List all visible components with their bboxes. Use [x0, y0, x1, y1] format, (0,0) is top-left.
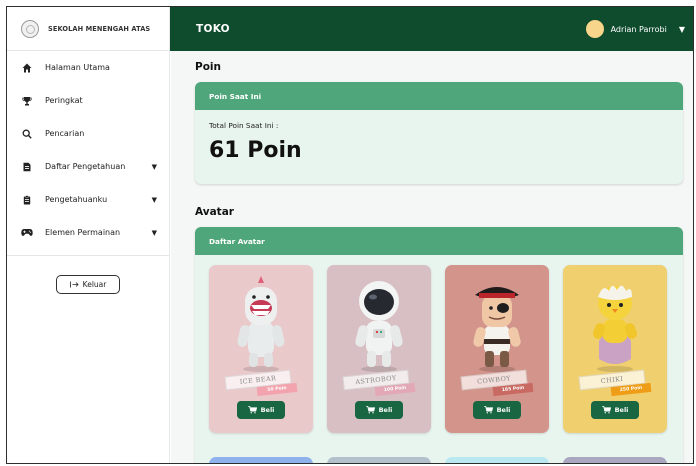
ice-bear-avatar-image [237, 276, 285, 372]
avatar [585, 20, 604, 38]
avatar-tile-partial[interactable] [445, 457, 549, 463]
chevron-down-icon: ▼ [151, 162, 157, 171]
sidebar-item-pengetahuanku[interactable]: Pengetahuanku ▼ [7, 183, 169, 216]
chiki-avatar-image [593, 285, 637, 372]
sidebar-item-daftar-pengetahuan[interactable]: Daftar Pengetahuan ▼ [7, 150, 169, 183]
sidebar-item-peringkat[interactable]: Peringkat [7, 84, 169, 117]
poin-value: 61 Poin [209, 138, 302, 163]
sidebar-item-elemen-permainan[interactable]: Elemen Permainan ▼ [7, 216, 169, 249]
poin-card-header: Poin Saat Ini [195, 82, 683, 110]
logout-area: Keluar [7, 256, 169, 294]
buy-label: Beli [378, 406, 393, 414]
poin-section-title: Poin [195, 61, 221, 73]
page-title: TOKO [196, 23, 230, 35]
avatar-section-title: Avatar [195, 206, 234, 218]
buy-label: Beli [614, 406, 629, 414]
poin-card-body: Total Poin Saat Ini : 61 Poin [195, 110, 683, 184]
brand[interactable]: SEKOLAH MENENGAH ATAS [7, 7, 169, 51]
cart-icon [483, 406, 493, 414]
user-name: Adrian Parrobi [610, 24, 667, 34]
home-icon [21, 62, 33, 74]
sidebar-item-label: Halaman Utama [45, 63, 110, 72]
brand-name: SEKOLAH MENENGAH ATAS [48, 24, 151, 33]
buy-label: Beli [260, 406, 275, 414]
sidebar-item-label: Peringkat [45, 96, 83, 105]
avatar-tile-chiki[interactable]: CHIKI 250 Poin Beli [563, 265, 667, 433]
poin-label: Total Poin Saat Ini : [209, 121, 279, 130]
search-icon [21, 128, 33, 140]
trophy-icon [21, 95, 33, 107]
book-icon [21, 161, 33, 173]
buy-button[interactable]: Beli [355, 401, 403, 419]
buy-label: Beli [496, 406, 511, 414]
sidebar-item-label: Pencarian [45, 129, 85, 138]
sidebar: SEKOLAH MENENGAH ATAS Halaman Utama Peri… [7, 7, 170, 463]
sidebar-item-label: Daftar Pengetahuan [45, 162, 126, 171]
chevron-down-icon: ▼ [151, 195, 157, 204]
buy-button[interactable]: Beli [237, 401, 285, 419]
buy-button[interactable]: Beli [591, 401, 639, 419]
main-content: Poin Poin Saat Ini Total Poin Saat Ini :… [171, 51, 693, 463]
school-logo-icon [21, 19, 39, 38]
astroboy-avatar-image [355, 281, 403, 372]
logout-button[interactable]: Keluar [56, 275, 120, 294]
avatar-grid: ICE BEAR 50 Poin Beli ASTROBOY 100 Poin … [195, 255, 683, 433]
avatar-card: Daftar Avatar ICE BEAR 50 Poin Beli ASTR… [195, 227, 683, 463]
avatar-tile-astroboy[interactable]: ASTROBOY 100 Poin Beli [327, 265, 431, 433]
buy-button[interactable]: Beli [473, 401, 521, 419]
logout-label: Keluar [82, 280, 107, 289]
sidebar-nav: Halaman Utama Peringkat Pencarian Daftar… [7, 51, 169, 256]
avatar-grid-next-row [195, 457, 683, 463]
avatar-card-header: Daftar Avatar [195, 227, 683, 255]
sidebar-item-label: Pengetahuanku [45, 195, 108, 204]
app-window: SEKOLAH MENENGAH ATAS Halaman Utama Peri… [6, 6, 694, 464]
avatar-tile-partial[interactable] [209, 457, 313, 463]
cart-icon [601, 406, 611, 414]
avatar-tile-partial[interactable] [563, 457, 667, 463]
cart-icon [247, 406, 257, 414]
sidebar-item-label: Elemen Permainan [45, 228, 121, 237]
cart-icon [365, 406, 375, 414]
clipboard-icon [21, 194, 33, 206]
topbar: TOKO Adrian Parrobi ▼ [170, 7, 693, 51]
sidebar-item-pencarian[interactable]: Pencarian [7, 117, 169, 150]
gamepad-icon [21, 227, 33, 239]
avatar-tile-partial[interactable] [327, 457, 431, 463]
avatar-tile-ice-bear[interactable]: ICE BEAR 50 Poin Beli [209, 265, 313, 433]
cowboy-avatar-image [473, 287, 521, 372]
user-menu[interactable]: Adrian Parrobi ▼ [585, 20, 685, 38]
poin-card: Poin Saat Ini Total Poin Saat Ini : 61 P… [195, 82, 683, 184]
sidebar-item-halaman-utama[interactable]: Halaman Utama [7, 51, 169, 84]
logout-icon [69, 281, 79, 288]
avatar-tile-cowboy[interactable]: COWBOY 185 Poin Beli [445, 265, 549, 433]
chevron-down-icon: ▼ [151, 228, 157, 237]
chevron-down-icon: ▼ [678, 24, 685, 34]
